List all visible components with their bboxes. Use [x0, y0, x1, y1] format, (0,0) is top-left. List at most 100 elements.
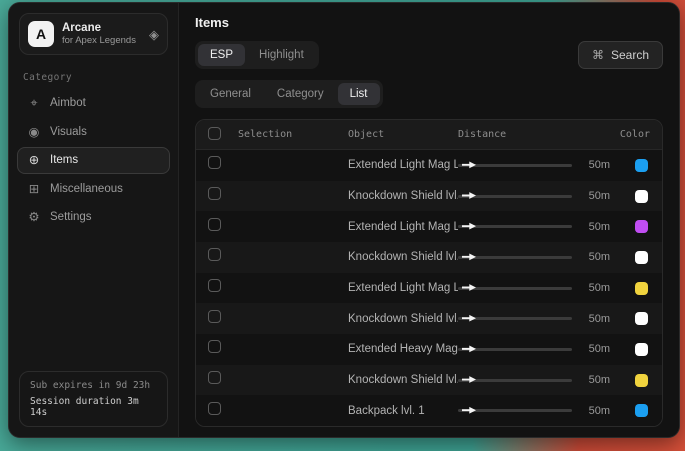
sidebar-item-items[interactable]: ⊕ Items [17, 147, 170, 174]
distance-slider[interactable] [458, 225, 572, 228]
view-tab-general[interactable]: General [198, 83, 263, 105]
color-cell [610, 190, 650, 203]
sidebar-item-label: Miscellaneous [50, 183, 123, 195]
distance-slider[interactable] [458, 317, 572, 320]
mode-tab-highlight[interactable]: Highlight [247, 44, 316, 66]
distance-slider[interactable] [458, 195, 572, 198]
session-duration-text: Session duration 3m 14s [30, 396, 157, 418]
distance-value: 50m [580, 190, 610, 202]
table-row: Extended Light Mag Level 4 50m [196, 273, 662, 304]
view-tab-list[interactable]: List [338, 83, 380, 105]
object-name: Knockdown Shield lvl. 3 [348, 313, 458, 325]
color-swatch[interactable] [635, 343, 648, 356]
color-cell [610, 404, 650, 417]
distance-cell: 50m [458, 159, 610, 171]
diamond-pin-icon[interactable]: ◈ [149, 28, 159, 41]
sidebar-item-label: Items [50, 154, 78, 166]
object-name: Knockdown Shield lvl. 4 [348, 374, 458, 386]
distance-slider[interactable] [458, 379, 572, 382]
crosshair-icon: ⌖ [27, 97, 41, 110]
grid-icon: ⊞ [27, 183, 41, 196]
eye-scan-icon: ◉ [27, 126, 41, 139]
table-row: Knockdown Shield lvl. 2 50m [196, 242, 662, 273]
distance-value: 50m [580, 405, 610, 417]
search-button[interactable]: ⌘ Search [578, 41, 663, 69]
color-cell [610, 343, 650, 356]
select-all-checkbox[interactable] [208, 127, 221, 140]
object-name: Extended Light Mag Level 4 [348, 282, 458, 294]
color-swatch[interactable] [635, 374, 648, 387]
row-checkbox[interactable] [208, 218, 221, 231]
column-header-color: Color [610, 129, 650, 140]
distance-slider[interactable] [458, 164, 572, 167]
color-swatch[interactable] [635, 159, 648, 172]
row-checkbox[interactable] [208, 310, 221, 323]
color-swatch[interactable] [635, 190, 648, 203]
sidebar-item-label: Visuals [50, 126, 87, 138]
color-cell [610, 159, 650, 172]
row-checkbox[interactable] [208, 371, 221, 384]
gear-icon: ⚙ [27, 211, 41, 224]
color-swatch[interactable] [635, 220, 648, 233]
distance-slider[interactable] [458, 348, 572, 351]
sidebar-item-miscellaneous[interactable]: ⊞ Miscellaneous [17, 176, 170, 203]
row-checkbox[interactable] [208, 340, 221, 353]
app-logo: A [28, 21, 54, 47]
distance-cell: 50m [458, 251, 610, 263]
color-swatch[interactable] [635, 282, 648, 295]
distance-cell: 50m [458, 374, 610, 386]
slider-thumb-icon[interactable] [462, 284, 476, 292]
sidebar-item-settings[interactable]: ⚙ Settings [17, 204, 170, 231]
row-checkbox[interactable] [208, 402, 221, 415]
table-body: Extended Light Mag Level 2 50m Knockdown… [196, 150, 662, 426]
brand-text: Arcane for Apex Legends [62, 22, 141, 46]
category-label: Category [23, 72, 164, 83]
distance-slider[interactable] [458, 287, 572, 290]
color-cell [610, 220, 650, 233]
table-row: Backpack lvl. 1 50m [196, 395, 662, 426]
arcane-window: A Arcane for Apex Legends ◈ Category ⌖ A… [8, 2, 680, 438]
slider-thumb-icon[interactable] [462, 192, 476, 200]
sidebar-item-visuals[interactable]: ◉ Visuals [17, 119, 170, 146]
slider-thumb-icon[interactable] [462, 161, 476, 169]
slider-thumb-icon[interactable] [462, 406, 476, 414]
main-panel: Items ESP Highlight ⌘ Search General Cat… [179, 3, 679, 437]
mode-tabs: ESP Highlight [195, 41, 319, 69]
row-checkbox[interactable] [208, 156, 221, 169]
slider-thumb-icon[interactable] [462, 345, 476, 353]
color-swatch[interactable] [635, 312, 648, 325]
app-subtitle: for Apex Legends [62, 35, 141, 46]
view-tab-category[interactable]: Category [265, 83, 336, 105]
color-swatch[interactable] [635, 404, 648, 417]
slider-thumb-icon[interactable] [462, 253, 476, 261]
distance-cell: 50m [458, 221, 610, 233]
row-checkbox[interactable] [208, 279, 221, 292]
row-checkbox[interactable] [208, 248, 221, 261]
box-icon: ⊕ [27, 154, 41, 167]
slider-thumb-icon[interactable] [462, 222, 476, 230]
slider-thumb-icon[interactable] [462, 314, 476, 322]
sub-expiry-text: Sub expires in 9d 23h [30, 380, 157, 391]
distance-cell: 50m [458, 282, 610, 294]
toolbar: ESP Highlight ⌘ Search [195, 41, 663, 69]
color-swatch[interactable] [635, 251, 648, 264]
distance-slider[interactable] [458, 256, 572, 259]
sidebar-nav: ⌖ Aimbot ◉ Visuals ⊕ Items ⊞ Miscellaneo… [9, 90, 178, 231]
distance-slider[interactable] [458, 409, 572, 412]
mode-tab-esp[interactable]: ESP [198, 44, 245, 66]
search-button-label: Search [611, 48, 649, 62]
object-name: Extended Light Mag Level 2 [348, 159, 458, 171]
app-title: Arcane [62, 22, 141, 34]
distance-value: 50m [580, 282, 610, 294]
row-checkbox[interactable] [208, 187, 221, 200]
column-header-selection: Selection [238, 129, 348, 140]
table-row: Extended Light Mag Level 3 50m [196, 211, 662, 242]
slider-thumb-icon[interactable] [462, 376, 476, 384]
sidebar-item-aimbot[interactable]: ⌖ Aimbot [17, 90, 170, 117]
sidebar-item-label: Aimbot [50, 97, 86, 109]
distance-value: 50m [580, 313, 610, 325]
object-name: Extended Light Mag Level 3 [348, 221, 458, 233]
table-row: Extended Heavy Mag Level 1 50m [196, 334, 662, 365]
table-row: Knockdown Shield lvl. 3 50m [196, 303, 662, 334]
command-icon: ⌘ [592, 49, 604, 61]
